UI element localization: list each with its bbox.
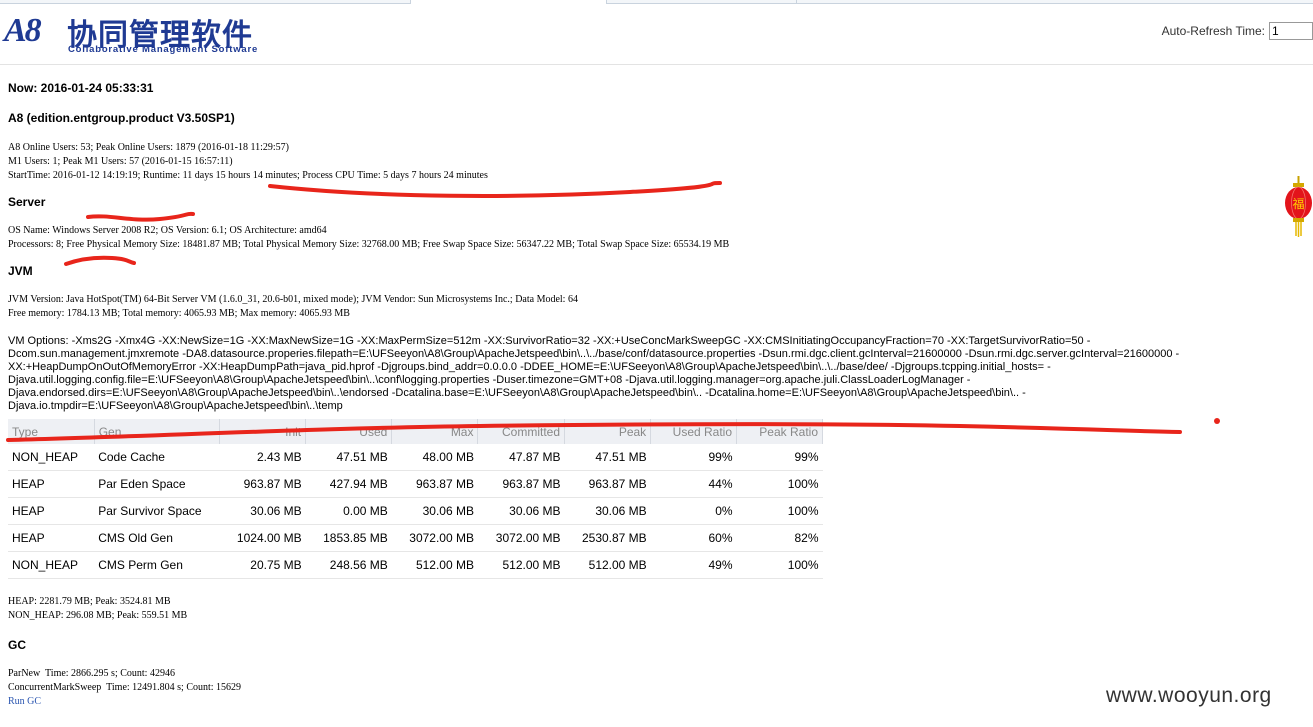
run-gc-link[interactable]: Run GC [8, 696, 41, 707]
cell-peak: 512.00 MB [564, 551, 651, 579]
vm-options-line: Dcom.sun.management.jmxremote -DA8.datas… [8, 348, 1180, 360]
cell-peak: 47.51 MB [564, 444, 651, 471]
cell-peak: 963.87 MB [564, 470, 651, 498]
os-info-line: OS Name: Windows Server 2008 R2; OS Vers… [8, 225, 327, 236]
logo-english-subtitle: Collaborative Management Software [68, 44, 259, 55]
column-header-used-ratio[interactable]: Used Ratio [650, 419, 738, 444]
jvm-version-line: JVM Version: Java HotSpot(TM) 64-Bit Ser… [8, 294, 578, 305]
cell-gen: Par Survivor Space [94, 497, 220, 525]
cell-max: 963.87 MB [391, 470, 478, 498]
column-header-peak[interactable]: Peak [564, 419, 652, 444]
cell-used-ratio: 99% [650, 444, 737, 471]
page-header: A8 协同管理软件 Collaborative Management Softw… [0, 4, 1313, 65]
column-header-committed[interactable]: Committed [477, 419, 566, 444]
cell-peak-ratio: 99% [736, 444, 823, 471]
vm-options-line: VM Options: -Xms2G -Xmx4G -XX:NewSize=1G… [8, 335, 1091, 347]
vm-options: VM Options: -Xms2G -Xmx4G -XX:NewSize=1G… [8, 335, 1308, 413]
cell-used-ratio: 44% [650, 470, 737, 498]
cell-init: 963.87 MB [219, 470, 306, 498]
table-header-row: Type Gen Init Used Max Committed Peak Us… [8, 419, 823, 444]
table-row: HEAP Par Survivor Space 30.06 MB 0.00 MB… [8, 497, 823, 525]
memory-pool-table: Type Gen Init Used Max Committed Peak Us… [8, 419, 823, 579]
table-row: NON_HEAP CMS Perm Gen 20.75 MB 248.56 MB… [8, 551, 823, 579]
column-header-type[interactable]: Type [8, 419, 95, 444]
cell-type: HEAP [8, 497, 95, 525]
table-row: HEAP Par Eden Space 963.87 MB 427.94 MB … [8, 470, 823, 498]
cell-used: 427.94 MB [305, 470, 392, 498]
cell-init: 30.06 MB [219, 497, 306, 525]
cell-used: 47.51 MB [305, 444, 392, 471]
cell-committed: 963.87 MB [477, 470, 565, 498]
cell-type: NON_HEAP [8, 444, 95, 471]
cell-used-ratio: 0% [650, 497, 737, 525]
m1-users-line: M1 Users: 1; Peak M1 Users: 57 (2016-01-… [8, 156, 233, 167]
table-row: NON_HEAP Code Cache 2.43 MB 47.51 MB 48.… [8, 444, 823, 471]
cell-used: 248.56 MB [305, 551, 392, 579]
cell-max: 3072.00 MB [391, 524, 478, 552]
vm-options-line: XX:+HeapDumpOnOutOfMemoryError -XX:HeapD… [8, 361, 1051, 373]
cell-gen: Par Eden Space [94, 470, 220, 498]
vm-options-line: Djava.util.logging.config.file=E:\UFSeey… [8, 374, 971, 386]
nonheap-summary: NON_HEAP: 296.08 MB; Peak: 559.51 MB [8, 610, 188, 621]
cell-committed: 3072.00 MB [477, 524, 565, 552]
cell-max: 48.00 MB [391, 444, 478, 471]
column-header-used[interactable]: Used [305, 419, 393, 444]
now-timestamp: Now: 2016-01-24 05:33:31 [8, 81, 154, 95]
auto-refresh-input[interactable] [1269, 22, 1313, 40]
cell-type: HEAP [8, 524, 95, 552]
jvm-memory-line: Free memory: 1784.13 MB; Total memory: 4… [8, 308, 350, 319]
table-row: HEAP CMS Old Gen 1024.00 MB 1853.85 MB 3… [8, 524, 823, 552]
a8-logo-mark: A8 [4, 12, 42, 49]
cell-peak: 30.06 MB [564, 497, 651, 525]
cell-type: NON_HEAP [8, 551, 95, 579]
cell-used-ratio: 60% [650, 524, 737, 552]
cell-peak-ratio: 100% [736, 470, 823, 498]
cell-committed: 47.87 MB [477, 444, 565, 471]
vm-options-line: Djava.io.tmpdir=E:\UFSeeyon\A8\Group\Apa… [8, 400, 343, 412]
column-header-gen[interactable]: Gen [94, 419, 220, 444]
cell-gen: Code Cache [94, 444, 220, 471]
column-header-peak-ratio[interactable]: Peak Ratio [736, 419, 823, 444]
cell-type: HEAP [8, 470, 95, 498]
cell-max: 30.06 MB [391, 497, 478, 525]
cell-max: 512.00 MB [391, 551, 478, 579]
column-header-max[interactable]: Max [391, 419, 479, 444]
cell-used-ratio: 49% [650, 551, 737, 579]
processors-line: Processors: 8; Free Physical Memory Size… [8, 239, 730, 250]
svg-text:福: 福 [1292, 196, 1304, 211]
cell-used: 1853.85 MB [305, 524, 392, 552]
heap-summary: HEAP: 2281.79 MB; Peak: 3524.81 MB [8, 596, 171, 607]
cell-committed: 30.06 MB [477, 497, 565, 525]
cell-used: 0.00 MB [305, 497, 392, 525]
edition-label: A8 (edition.entgroup.product V3.50SP1) [8, 111, 235, 125]
cell-committed: 512.00 MB [477, 551, 565, 579]
vm-options-line: Djava.endorsed.dirs=E:\UFSeeyon\A8\Group… [8, 387, 1026, 399]
status-content: Now: 2016-01-24 05:33:31 A8 (edition.ent… [8, 81, 1308, 709]
cell-init: 20.75 MB [219, 551, 306, 579]
online-users-line: A8 Online Users: 53; Peak Online Users: … [8, 142, 289, 153]
gc-parnew-line: ParNew Time: 2866.295 s; Count: 42946 [8, 668, 175, 679]
jvm-heading: JVM [8, 264, 33, 278]
watermark-text: www.wooyun.org [1106, 684, 1272, 707]
column-header-init[interactable]: Init [219, 419, 307, 444]
lantern-icon: 福 [1285, 176, 1312, 237]
cell-gen: CMS Old Gen [94, 524, 220, 552]
start-time-line: StartTime: 2016-01-12 14:19:19; Runtime:… [8, 170, 488, 181]
cell-peak-ratio: 100% [736, 551, 823, 579]
cell-peak: 2530.87 MB [564, 524, 651, 552]
cell-init: 2.43 MB [219, 444, 306, 471]
cell-gen: CMS Perm Gen [94, 551, 220, 579]
server-heading: Server [8, 195, 46, 209]
auto-refresh: Auto-Refresh Time: [1162, 22, 1313, 40]
gc-heading: GC [8, 638, 26, 652]
cell-peak-ratio: 100% [736, 497, 823, 525]
cell-peak-ratio: 82% [736, 524, 823, 552]
auto-refresh-label: Auto-Refresh Time: [1161, 24, 1265, 38]
cell-init: 1024.00 MB [219, 524, 306, 552]
